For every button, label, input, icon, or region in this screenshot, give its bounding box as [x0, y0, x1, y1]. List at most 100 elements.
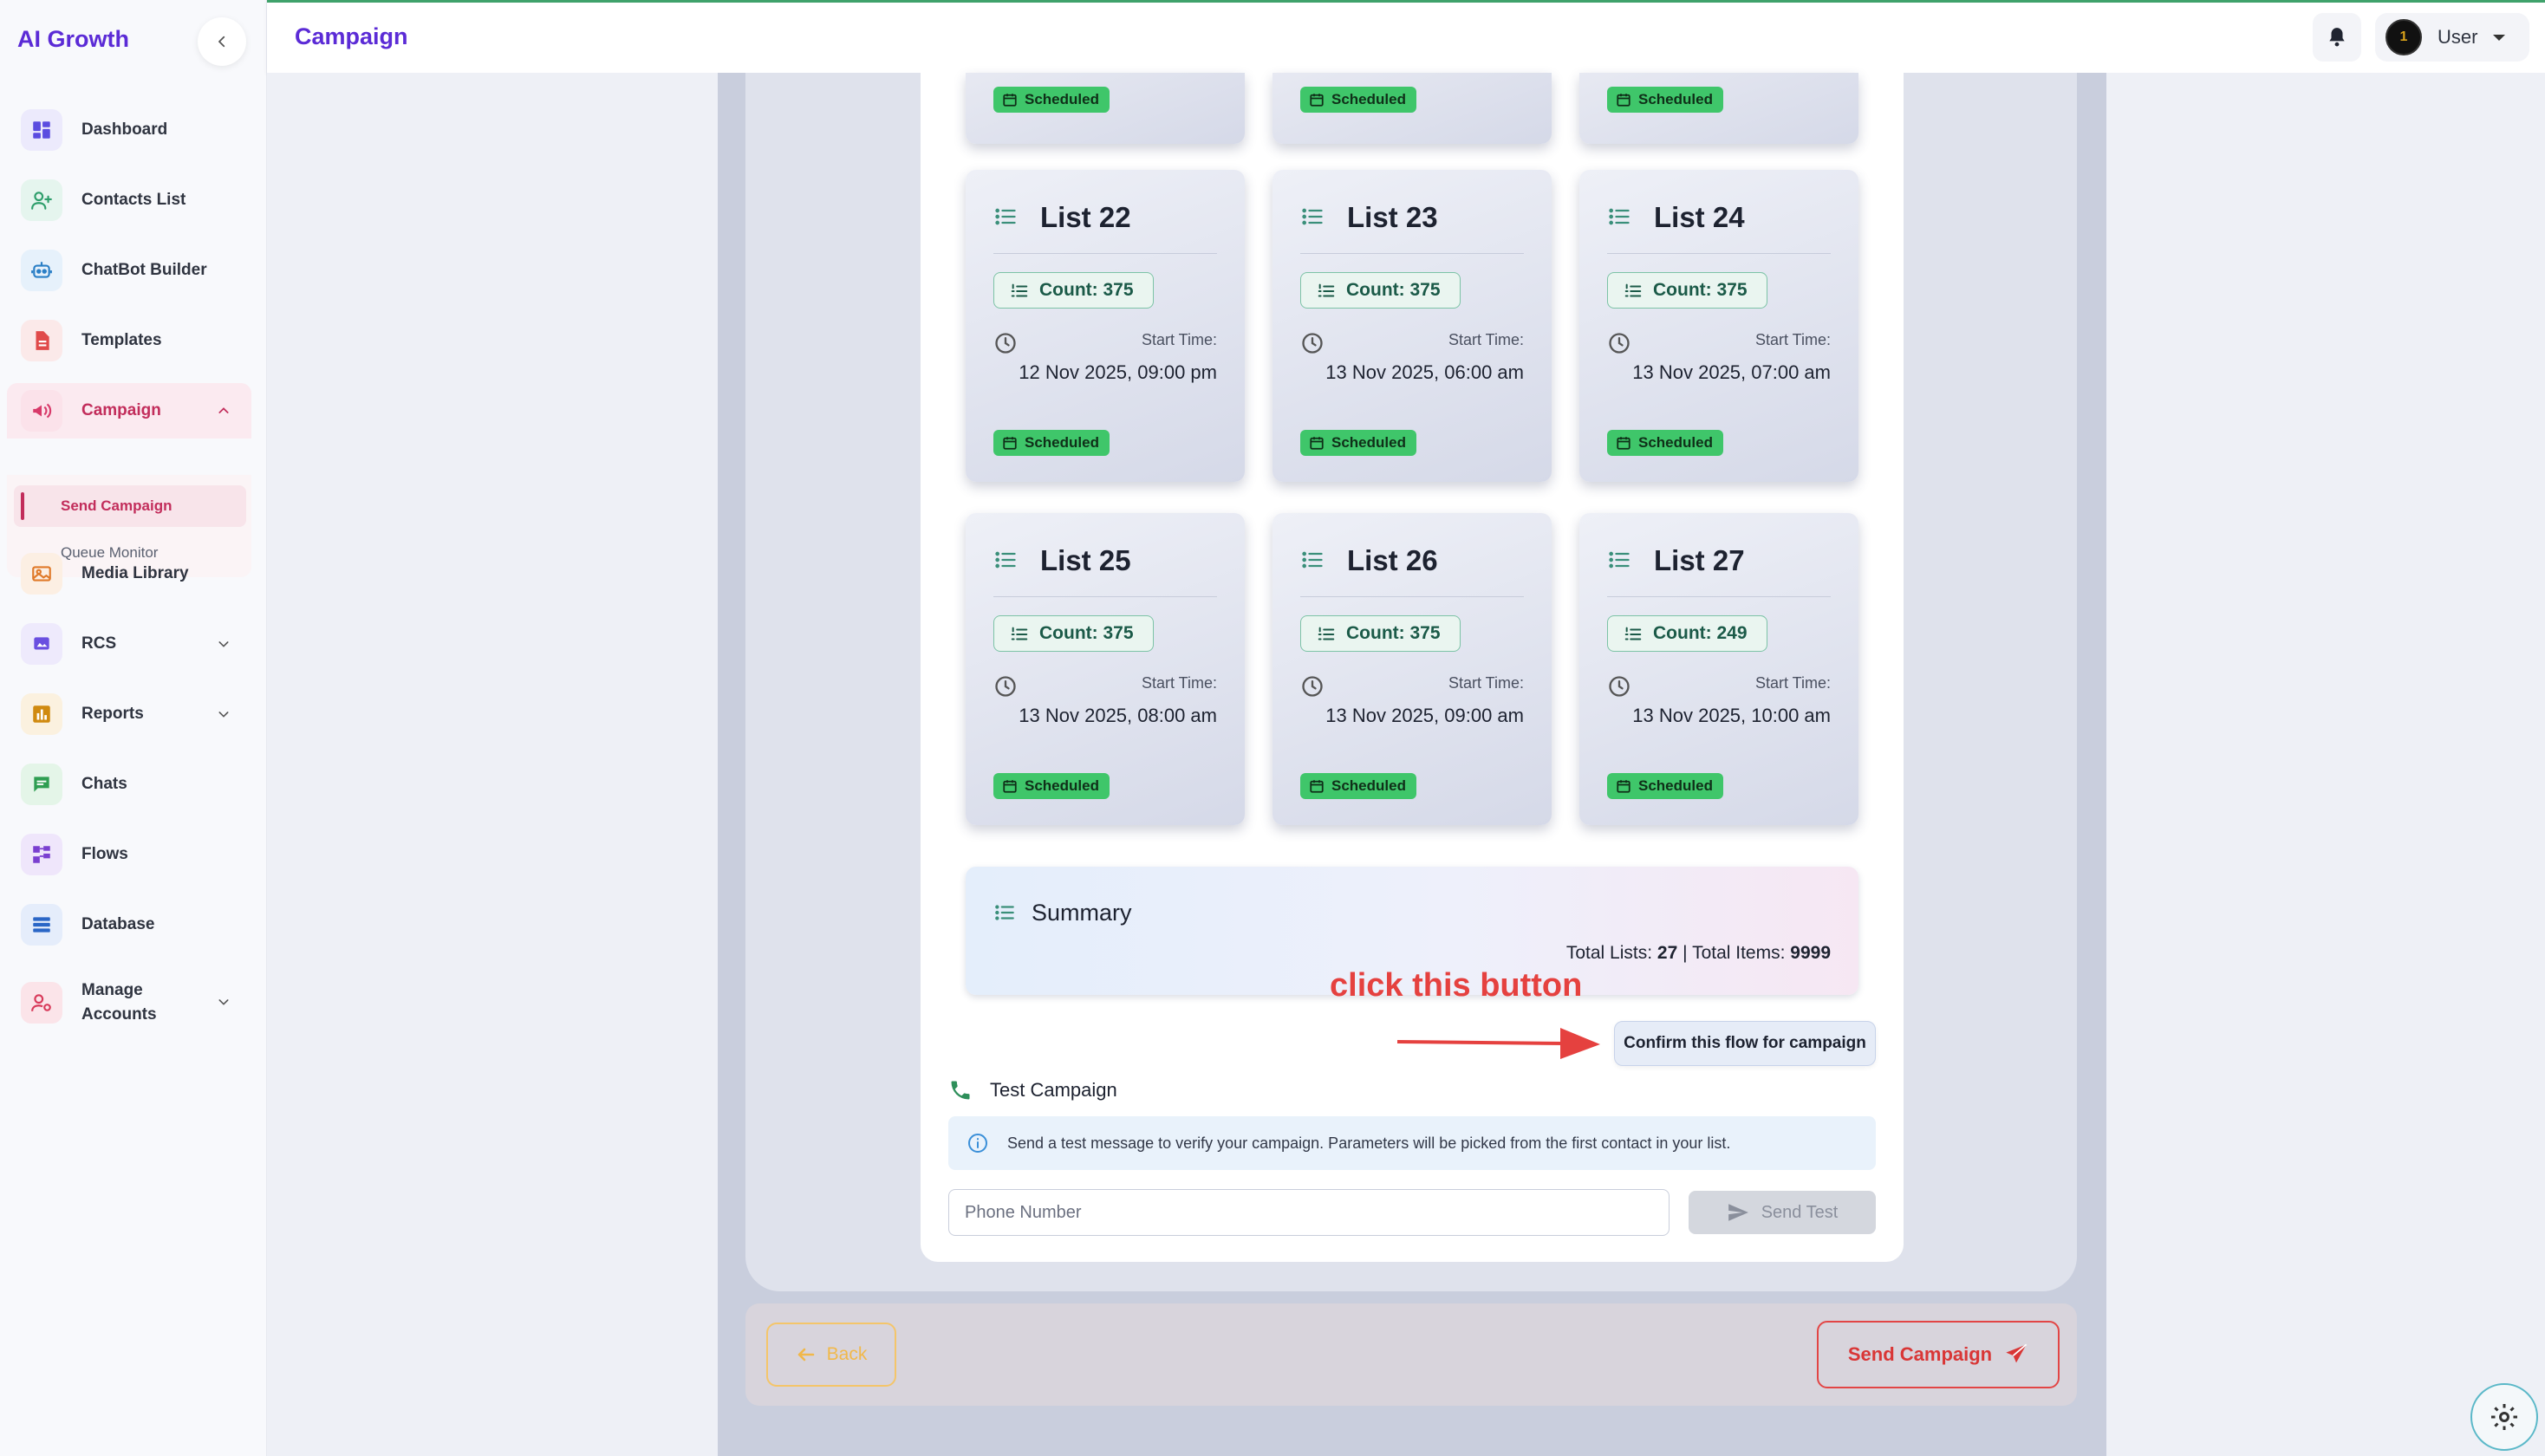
- dashboard-icon: [21, 109, 62, 151]
- help-fab-button[interactable]: [2470, 1383, 2538, 1451]
- start-time-label: Start Time:: [1448, 331, 1524, 348]
- send-test-button[interactable]: Send Test: [1689, 1191, 1876, 1234]
- sidebar-item-campaign[interactable]: Campaign: [7, 383, 251, 439]
- avatar: 1: [2386, 19, 2422, 55]
- clock-icon: [993, 331, 1018, 355]
- annotation-arrow-icon: [1396, 1028, 1600, 1059]
- sidebar-item-label: Manage Accounts: [81, 981, 157, 1024]
- user-gear-icon: [21, 982, 62, 1024]
- calendar-icon: [1617, 780, 1630, 793]
- info-alert: Send a test message to verify your campa…: [948, 1116, 1876, 1170]
- submenu-item-send-campaign[interactable]: Send Campaign: [14, 485, 246, 527]
- sidebar-item-label: Templates: [81, 331, 162, 349]
- list-numbered-icon: [1011, 283, 1028, 297]
- sidebar-item-label: Media Library: [81, 564, 189, 582]
- start-time-value: 13 Nov 2025, 07:00 am: [1632, 361, 1831, 383]
- calendar-icon: [1310, 94, 1324, 107]
- list-numbered-icon: [1624, 283, 1642, 297]
- sidebar-item-flows[interactable]: Flows: [7, 827, 251, 882]
- calendar-icon: [1003, 437, 1017, 450]
- sidebar-item-label: Campaign: [81, 401, 161, 419]
- sidebar-item-dashboard[interactable]: Dashboard: [7, 102, 251, 158]
- list-icon: [995, 905, 1014, 920]
- send-campaign-button[interactable]: Send Campaign: [1817, 1321, 2060, 1388]
- list-card[interactable]: List 27 Count: 249 Start Time: 13 Nov 2025,…: [1579, 513, 1858, 825]
- clock-icon: [1607, 331, 1631, 355]
- list-icon: [993, 205, 1018, 229]
- rcs-icon: [21, 623, 62, 665]
- count-badge: Count: 249: [1607, 615, 1767, 652]
- image-icon: [21, 553, 62, 595]
- list-icon: [1607, 548, 1631, 572]
- sidebar-item-database[interactable]: Database: [7, 897, 251, 952]
- list-card[interactable]: List 26 Count: 375 Start Time: 13 Nov 2025,…: [1272, 513, 1552, 825]
- sidebar-item-label: ChatBot Builder: [81, 261, 207, 279]
- count-badge: Count: 375: [1607, 272, 1767, 309]
- start-time-label: Start Time:: [1754, 674, 1831, 692]
- sidebar-item-label: Chats: [81, 775, 127, 793]
- user-menu-button[interactable]: 1 User: [2375, 13, 2529, 62]
- chevron-left-icon: [218, 36, 225, 48]
- status-badge: Scheduled: [993, 430, 1110, 456]
- chevron-up-icon: [218, 407, 229, 413]
- sidebar-item-media-library[interactable]: Media Library: [7, 546, 251, 601]
- calendar-icon: [1617, 94, 1630, 107]
- notifications-button[interactable]: [2313, 13, 2361, 62]
- calendar-icon: [1310, 437, 1324, 450]
- divider: [993, 596, 1217, 597]
- sidebar-item-rcs[interactable]: RCS: [7, 616, 251, 672]
- annotation-text: click this button: [1330, 967, 1583, 1004]
- sidebar-item-manage-accounts[interactable]: Manage Accounts: [7, 974, 251, 1031]
- sidebar-collapse-button[interactable]: [198, 17, 246, 66]
- divider: [993, 253, 1217, 254]
- list-icon: [1300, 205, 1325, 229]
- chevron-down-icon: [218, 641, 229, 647]
- start-time-value: 13 Nov 2025, 06:00 am: [1325, 361, 1524, 383]
- back-button[interactable]: Back: [766, 1323, 896, 1387]
- divider: [1300, 596, 1524, 597]
- sidebar-item-chats[interactable]: Chats: [7, 757, 251, 812]
- list-icon: [1300, 548, 1325, 572]
- list-card[interactable]: List 24 Count: 375 Start Time: 13 Nov 2025,…: [1579, 170, 1858, 482]
- start-time-label: Start Time:: [1448, 674, 1524, 692]
- sidebar-item-templates[interactable]: Templates: [7, 313, 251, 368]
- wizard-footer: Back Send Campaign: [745, 1303, 2077, 1406]
- list-card[interactable]: List 22 Count: 375 Start Time: 12 Nov 2025,…: [966, 170, 1245, 482]
- sidebar-item-reports[interactable]: Reports: [7, 686, 251, 742]
- list-icon: [1607, 205, 1631, 229]
- bell-icon: [2329, 28, 2345, 47]
- sidebar-item-label: RCS: [81, 634, 117, 653]
- divider: [1607, 596, 1831, 597]
- status-badge: Scheduled: [1607, 773, 1723, 799]
- clock-icon: [1300, 331, 1325, 355]
- sidebar-item-label: Dashboard: [81, 120, 168, 139]
- list-card[interactable]: List 25 Count: 375 Start Time: 13 Nov 2025,…: [966, 513, 1245, 825]
- megaphone-icon: [21, 390, 62, 432]
- sidebar-item-label: Contacts List: [81, 191, 186, 209]
- status-badge: Scheduled: [1607, 430, 1723, 456]
- list-title: List 27: [1654, 544, 1745, 576]
- phone-icon: [951, 1081, 970, 1100]
- list-numbered-icon: [1011, 627, 1028, 640]
- list-card[interactable]: List 23 Count: 375 Start Time: 13 Nov 2025,…: [1272, 170, 1552, 482]
- list-title: List 23: [1347, 201, 1438, 233]
- list-icon: [993, 548, 1018, 572]
- list-title: List 22: [1040, 201, 1131, 233]
- brand-logo-text[interactable]: AI Growth: [17, 26, 129, 53]
- phone-number-input[interactable]: [948, 1189, 1670, 1236]
- list-numbered-icon: [1318, 627, 1335, 640]
- test-campaign-title: Test Campaign: [948, 1078, 1117, 1102]
- calendar-icon: [1003, 94, 1017, 107]
- bar-chart-icon: [21, 693, 62, 735]
- sidebar-item-contacts-list[interactable]: Contacts List: [7, 172, 251, 228]
- chevron-down-icon: [218, 999, 229, 1005]
- sidebar-item-chatbot-builder[interactable]: ChatBot Builder: [7, 243, 251, 298]
- divider: [1607, 253, 1831, 254]
- top-header: Campaign 1 User: [267, 0, 2545, 73]
- sidebar-item-label: Flows: [81, 845, 128, 863]
- arrow-left-icon: [797, 1348, 814, 1362]
- gear-icon: [2491, 1404, 2517, 1430]
- confirm-flow-button[interactable]: Confirm this flow for campaign: [1614, 1021, 1876, 1066]
- calendar-icon: [1310, 780, 1324, 793]
- summary-totals: Total Lists: 27 | Total Items: 9999: [1565, 943, 1831, 963]
